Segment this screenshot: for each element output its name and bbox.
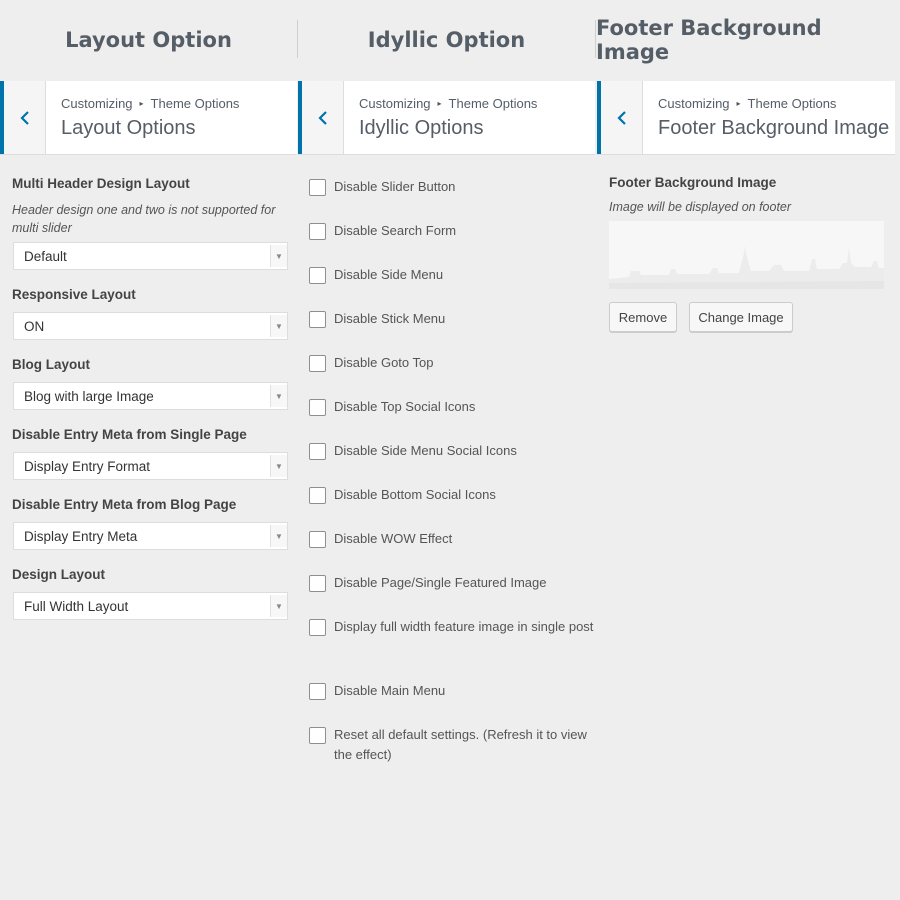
back-button[interactable]	[298, 81, 344, 154]
checkbox[interactable]	[309, 531, 326, 548]
blog-layout-select[interactable]: Blog with large Image ▼	[13, 382, 288, 410]
checkbox-disable-top-social-icons[interactable]: Disable Top Social Icons	[309, 399, 594, 417]
chevron-down-icon: ▼	[270, 315, 287, 337]
city-skyline-image	[609, 221, 884, 289]
checkbox-label: Disable Side Menu	[334, 267, 444, 282]
checkbox[interactable]	[309, 355, 326, 372]
checkbox[interactable]	[309, 443, 326, 460]
checkbox-disable-slider-button[interactable]: Disable Slider Button	[309, 179, 594, 197]
breadcrumb-section: Theme Options	[150, 96, 240, 111]
panel-title: Footer Background Image	[658, 117, 890, 139]
chevron-down-icon: ▼	[270, 525, 287, 547]
checkbox-label: Disable Search Form	[334, 223, 457, 238]
column-title-footer: Footer Background Image	[596, 16, 822, 64]
entry-meta-single-label: Disable Entry Meta from Single Page	[12, 427, 247, 442]
checkbox-reset-defaults[interactable]: Reset all default settings. (Refresh it …	[309, 727, 594, 765]
checkbox-label: Disable Bottom Social Icons	[334, 487, 496, 502]
breadcrumb-root: Customizing	[658, 96, 730, 111]
breadcrumb-root: Customizing	[359, 96, 431, 111]
column-title-layout: Layout Option	[65, 28, 232, 52]
responsive-layout-select[interactable]: ON ▼	[13, 312, 288, 340]
breadcrumb: Customizing ▸ Theme Options	[61, 96, 239, 111]
chevron-left-icon	[19, 110, 29, 125]
checkbox[interactable]	[309, 267, 326, 284]
breadcrumb-section: Theme Options	[448, 96, 538, 111]
checkbox[interactable]	[309, 727, 326, 744]
checkbox-disable-side-menu-social-icons[interactable]: Disable Side Menu Social Icons	[309, 443, 594, 461]
responsive-layout-label: Responsive Layout	[12, 287, 136, 302]
design-layout-select[interactable]: Full Width Layout ▼	[13, 592, 288, 620]
checkbox-disable-search-form[interactable]: Disable Search Form	[309, 223, 594, 241]
checkbox-label: Disable Page/Single Featured Image	[334, 575, 547, 590]
footer-image-preview[interactable]	[609, 221, 884, 289]
chevron-down-icon: ▼	[270, 385, 287, 407]
multi-header-select[interactable]: Default ▼	[13, 242, 288, 270]
chevron-down-icon: ▼	[270, 455, 287, 477]
multi-header-label: Multi Header Design Layout	[12, 176, 190, 191]
select-value: Default	[24, 248, 67, 264]
multi-header-description: Header design one and two is not support…	[12, 203, 276, 235]
triangle-right-icon: ▸	[139, 99, 144, 108]
panel-header-layout: Customizing ▸ Theme Options Layout Optio…	[0, 81, 297, 155]
panel-header-idyllic: Customizing ▸ Theme Options Idyllic Opti…	[298, 81, 595, 155]
checkbox-disable-wow-effect[interactable]: Disable WOW Effect	[309, 531, 594, 549]
chevron-down-icon: ▼	[270, 595, 287, 617]
checkbox-label: Disable Main Menu	[334, 683, 446, 698]
checkbox-label: Disable WOW Effect	[334, 531, 453, 546]
checkbox-label: Disable Slider Button	[334, 179, 456, 194]
checkbox-label: Disable Goto Top	[334, 355, 434, 370]
checkbox[interactable]	[309, 311, 326, 328]
breadcrumb: Customizing ▸ Theme Options	[359, 96, 537, 111]
checkbox-disable-main-menu[interactable]: Disable Main Menu	[309, 683, 594, 701]
triangle-right-icon: ▸	[736, 99, 741, 108]
checkbox-label: Disable Side Menu Social Icons	[334, 443, 517, 458]
checkbox-disable-side-menu[interactable]: Disable Side Menu	[309, 267, 594, 285]
entry-meta-single-select[interactable]: Display Entry Format ▼	[13, 452, 288, 480]
chevron-down-icon: ▼	[270, 245, 287, 267]
checkbox-label: Display full width feature image in sing…	[334, 619, 594, 634]
checkbox-disable-goto-top[interactable]: Disable Goto Top	[309, 355, 594, 373]
breadcrumb-root: Customizing	[61, 96, 133, 111]
select-value: Full Width Layout	[24, 598, 129, 614]
breadcrumb: Customizing ▸ Theme Options	[658, 96, 889, 111]
checkbox-disable-bottom-social-icons[interactable]: Disable Bottom Social Icons	[309, 487, 594, 505]
blog-layout-label: Blog Layout	[12, 357, 90, 372]
checkbox-label: Reset all default settings. (Refresh it …	[334, 727, 587, 762]
checkbox[interactable]	[309, 619, 326, 636]
checkbox-disable-featured-image[interactable]: Disable Page/Single Featured Image	[309, 575, 594, 593]
select-value: Display Entry Format	[24, 458, 151, 474]
checkbox[interactable]	[309, 179, 326, 196]
checkbox[interactable]	[309, 223, 326, 240]
checkbox-label: Disable Top Social Icons	[334, 399, 476, 414]
checkbox[interactable]	[309, 683, 326, 700]
chevron-left-icon	[616, 110, 626, 125]
checkbox[interactable]	[309, 399, 326, 416]
panel-header-footer: Customizing ▸ Theme Options Footer Backg…	[597, 81, 895, 155]
checkbox-label: Disable Stick Menu	[334, 311, 446, 326]
change-image-button[interactable]: Change Image	[689, 302, 793, 332]
footer-image-label: Footer Background Image	[609, 175, 777, 190]
triangle-right-icon: ▸	[437, 99, 442, 108]
checkbox-disable-stick-menu[interactable]: Disable Stick Menu	[309, 311, 594, 329]
select-value: Blog with large Image	[24, 388, 154, 404]
column-title-idyllic: Idyllic Option	[367, 28, 526, 52]
chevron-left-icon	[317, 110, 327, 125]
select-value: Display Entry Meta	[24, 528, 138, 544]
entry-meta-blog-select[interactable]: Display Entry Meta ▼	[13, 522, 288, 550]
remove-image-button[interactable]: Remove	[609, 302, 677, 332]
design-layout-label: Design Layout	[12, 567, 106, 582]
back-button[interactable]	[597, 81, 643, 154]
footer-image-description: Image will be displayed on footer	[609, 200, 792, 214]
checkbox[interactable]	[309, 487, 326, 504]
back-button[interactable]	[0, 81, 46, 154]
panel-title: Idyllic Options	[359, 117, 484, 139]
checkbox-full-width-feature-image[interactable]: Display full width feature image in sing…	[309, 619, 594, 637]
panel-title: Layout Options	[61, 117, 196, 139]
select-value: ON	[24, 318, 45, 334]
breadcrumb-section: Theme Options	[747, 96, 837, 111]
checkbox[interactable]	[309, 575, 326, 592]
entry-meta-blog-label: Disable Entry Meta from Blog Page	[12, 497, 237, 512]
